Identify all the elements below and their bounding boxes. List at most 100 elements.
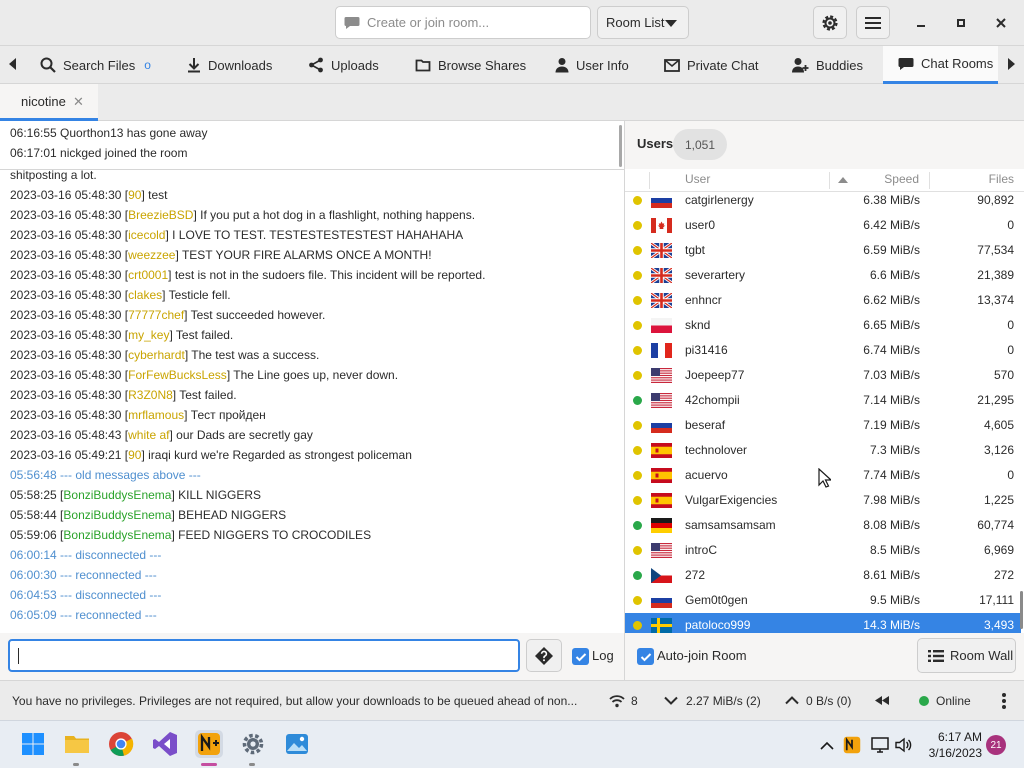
- user-row[interactable]: patoloco999 14.3 MiB/s 3,493: [625, 613, 1021, 633]
- upload-speed[interactable]: 0 B/s (0): [806, 694, 851, 708]
- user-row[interactable]: user0 6.42 MiB/s 0: [625, 213, 1021, 238]
- tab-label: Downloads: [208, 57, 273, 73]
- user-row[interactable]: enhncr 6.62 MiB/s 13,374: [625, 288, 1021, 313]
- user-row[interactable]: severartery 6.6 MiB/s 21,389: [625, 263, 1021, 288]
- room-wall-button[interactable]: Room Wall: [917, 638, 1016, 673]
- network-monitor-icon[interactable]: [871, 737, 889, 753]
- user-row[interactable]: pi31416 6.74 MiB/s 0: [625, 338, 1021, 363]
- user-row[interactable]: VulgarExigencies 7.98 MiB/s 1,225: [625, 488, 1021, 513]
- message-username[interactable]: crt0001: [128, 268, 168, 282]
- user-speed: 7.98 MiB/s: [863, 493, 920, 507]
- message-username[interactable]: 77777chef: [128, 308, 184, 322]
- tab-downloads[interactable]: Downloads: [187, 46, 272, 84]
- close-icon: [996, 18, 1006, 28]
- message-username[interactable]: clakes: [128, 288, 162, 302]
- tab-search-files[interactable]: Search Files o: [40, 46, 151, 84]
- start-button[interactable]: [19, 730, 47, 758]
- message-username[interactable]: ForFewBucksLess: [128, 368, 227, 382]
- preferences-button[interactable]: [813, 6, 847, 39]
- system-clock[interactable]: 6:17 AM 3/16/2023: [926, 729, 982, 761]
- message-username[interactable]: BonziBuddysEnema: [63, 528, 171, 542]
- user-row[interactable]: 272 8.61 MiB/s 272: [625, 563, 1021, 588]
- user-row[interactable]: samsamsamsam 8.08 MiB/s 60,774: [625, 513, 1021, 538]
- volume-icon[interactable]: [895, 737, 913, 753]
- tab-uploads[interactable]: Uploads: [308, 46, 379, 84]
- message-username[interactable]: white af: [128, 428, 169, 442]
- message-username[interactable]: cyberhardt: [128, 348, 185, 362]
- taskbar-nicotine-plus[interactable]: [195, 730, 223, 758]
- country-flag-icon: [651, 618, 672, 633]
- message-username[interactable]: BonziBuddysEnema: [63, 488, 171, 502]
- maximize-button[interactable]: [946, 8, 976, 38]
- nicotine-tray-icon[interactable]: [843, 736, 861, 754]
- user-row[interactable]: tgbt 6.59 MiB/s 77,534: [625, 238, 1021, 263]
- tab-chat-rooms[interactable]: Chat Rooms: [883, 46, 998, 84]
- user-row[interactable]: sknd 6.65 MiB/s 0: [625, 313, 1021, 338]
- user-row[interactable]: Gem0t0gen 9.5 MiB/s 17,111: [625, 588, 1021, 613]
- user-status-dot: [633, 246, 642, 255]
- taskbar-visual-studio[interactable]: [151, 730, 179, 758]
- tab-buddies[interactable]: Buddies: [792, 46, 863, 84]
- taskbar-chrome[interactable]: [107, 730, 135, 758]
- download-speed[interactable]: 2.27 MiB/s (2): [686, 694, 761, 708]
- user-files: 21,295: [977, 393, 1014, 407]
- room-activity-log: 06:16:55 Quorthon13 has gone away 06:17:…: [0, 121, 624, 170]
- message-username[interactable]: icecold: [128, 228, 165, 242]
- message-username[interactable]: 90: [128, 188, 141, 202]
- user-row[interactable]: beseraf 7.19 MiB/s 4,605: [625, 413, 1021, 438]
- column-header-files[interactable]: Files: [989, 172, 1014, 186]
- room-tab-nicotine[interactable]: nicotine ✕: [0, 84, 98, 121]
- country-flag-icon: [651, 493, 672, 508]
- chat-help-button[interactable]: [526, 639, 562, 672]
- chevron-up-icon[interactable]: [820, 741, 834, 750]
- taskbar-file-explorer[interactable]: [63, 730, 91, 758]
- tab-user-info[interactable]: User Info: [555, 46, 629, 84]
- user-status-dot: [633, 296, 642, 305]
- close-window-button[interactable]: [986, 8, 1016, 38]
- user-speed: 7.14 MiB/s: [863, 393, 920, 407]
- user-row[interactable]: Joepeep77 7.03 MiB/s 570: [625, 363, 1021, 388]
- taskbar-photos[interactable]: [283, 730, 311, 758]
- log-checkbox-label[interactable]: Log: [592, 648, 614, 663]
- user-speed: 6.6 MiB/s: [869, 268, 920, 282]
- chat-messages: shitposting a lot. 2023-03-16 05:48:30 […: [0, 170, 624, 633]
- room-list-dropdown[interactable]: Room List: [597, 6, 689, 39]
- tabs-scroll-right-icon[interactable]: [1008, 58, 1015, 70]
- tabs-scroll-left-icon[interactable]: [9, 58, 16, 70]
- notification-badge[interactable]: 21: [986, 735, 1006, 755]
- auto-join-label[interactable]: Auto-join Room: [657, 648, 747, 663]
- message-username[interactable]: BreezieBSD: [128, 208, 193, 222]
- column-header-speed[interactable]: Speed: [884, 172, 919, 186]
- taskbar-settings[interactable]: [239, 730, 267, 758]
- tab-private-chat[interactable]: Private Chat: [664, 46, 759, 84]
- column-header-user[interactable]: User: [685, 172, 710, 186]
- user-row[interactable]: catgirlenergy 6.38 MiB/s 90,892: [625, 192, 1021, 213]
- more-options-icon[interactable]: [1001, 692, 1007, 710]
- user-row[interactable]: introC 8.5 MiB/s 6,969: [625, 538, 1021, 563]
- auto-join-checkbox[interactable]: [637, 648, 654, 665]
- message-username[interactable]: weezzee: [128, 248, 175, 262]
- minimize-button[interactable]: [906, 8, 936, 38]
- message-username[interactable]: R3Z0N8: [128, 388, 173, 402]
- message-username[interactable]: my_key: [128, 328, 169, 342]
- log-checkbox[interactable]: [572, 648, 589, 665]
- user-row[interactable]: technolover 7.3 MiB/s 3,126: [625, 438, 1021, 463]
- user-row[interactable]: 42chompii 7.14 MiB/s 21,295: [625, 388, 1021, 413]
- user-speed: 7.74 MiB/s: [863, 468, 920, 482]
- users-list-scrollbar[interactable]: [1020, 591, 1023, 629]
- user-name: enhncr: [685, 293, 722, 307]
- online-status-label[interactable]: Online: [936, 694, 971, 708]
- message-username[interactable]: BonziBuddysEnema: [63, 508, 171, 522]
- header-bar: Create or join room... Room List: [0, 0, 1024, 46]
- chat-message-input[interactable]: [8, 639, 520, 672]
- room-search-input[interactable]: Create or join room...: [335, 6, 591, 39]
- tab-browse-shares[interactable]: Browse Shares: [415, 46, 526, 84]
- message-username[interactable]: 90: [128, 448, 141, 462]
- rewind-icon[interactable]: [874, 695, 890, 706]
- close-room-tab-icon[interactable]: ✕: [73, 94, 84, 110]
- message-username[interactable]: mrflamous: [128, 408, 184, 422]
- main-menu-button[interactable]: [856, 6, 890, 39]
- chat-message: 05:58:25 [BonziBuddysEnema] KILL NIGGERS: [10, 488, 262, 502]
- activity-log-scrollbar[interactable]: [619, 125, 622, 167]
- tab-label: Buddies: [816, 57, 863, 73]
